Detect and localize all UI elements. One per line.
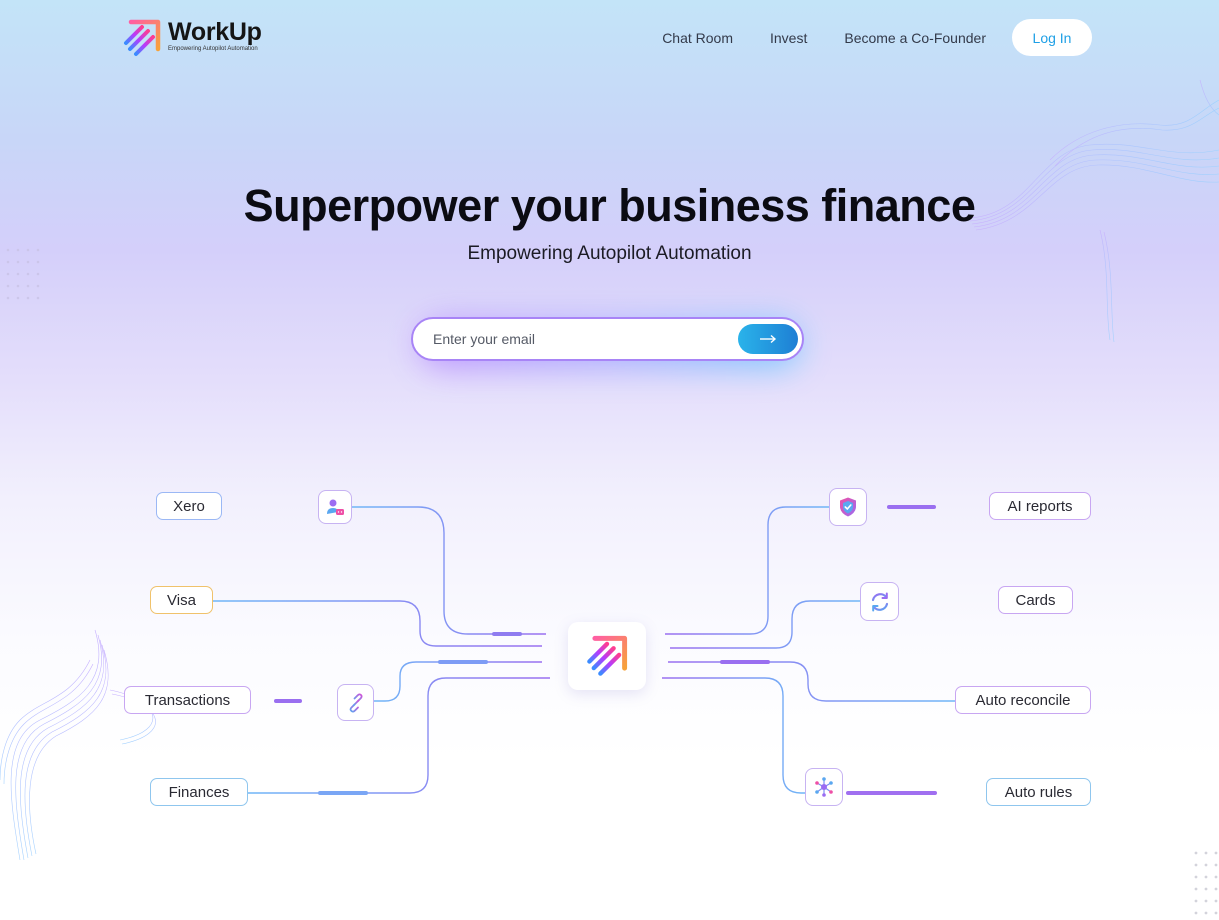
node-transactions-label: Transactions — [144, 691, 231, 709]
node-auto-reconcile[interactable]: Auto reconcile — [955, 686, 1091, 714]
node-auto-rules[interactable]: Auto rules — [986, 778, 1091, 806]
node-visa-label: Visa — [167, 591, 196, 609]
node-xero[interactable]: Xero — [156, 492, 222, 520]
cards-icon-box — [860, 582, 899, 621]
node-finances[interactable]: Finances — [150, 778, 248, 806]
refresh-icon — [871, 592, 888, 611]
workup-hub — [568, 622, 646, 690]
node-transactions[interactable]: Transactions — [124, 686, 251, 714]
shield-check-icon — [840, 497, 856, 517]
node-auto-reconcile-label: Auto reconcile — [975, 691, 1071, 709]
ai-reports-icon-box — [829, 488, 867, 526]
node-ai-reports-label: AI reports — [1007, 497, 1073, 515]
node-cards-label: Cards — [1015, 591, 1056, 609]
node-finances-label: Finances — [168, 783, 230, 801]
network-icon — [815, 777, 833, 797]
node-xero-label: Xero — [173, 497, 205, 515]
node-ai-reports[interactable]: AI reports — [989, 492, 1091, 520]
node-cards[interactable]: Cards — [998, 586, 1073, 614]
xero-icon-box — [318, 490, 352, 524]
node-visa[interactable]: Visa — [150, 586, 213, 614]
user-chat-icon — [327, 499, 344, 515]
transactions-icon-box — [337, 684, 374, 721]
workup-logo-icon — [587, 635, 628, 676]
auto-rules-icon-box — [805, 768, 843, 806]
node-auto-rules-label: Auto rules — [1004, 783, 1073, 801]
link-icon — [349, 692, 363, 713]
